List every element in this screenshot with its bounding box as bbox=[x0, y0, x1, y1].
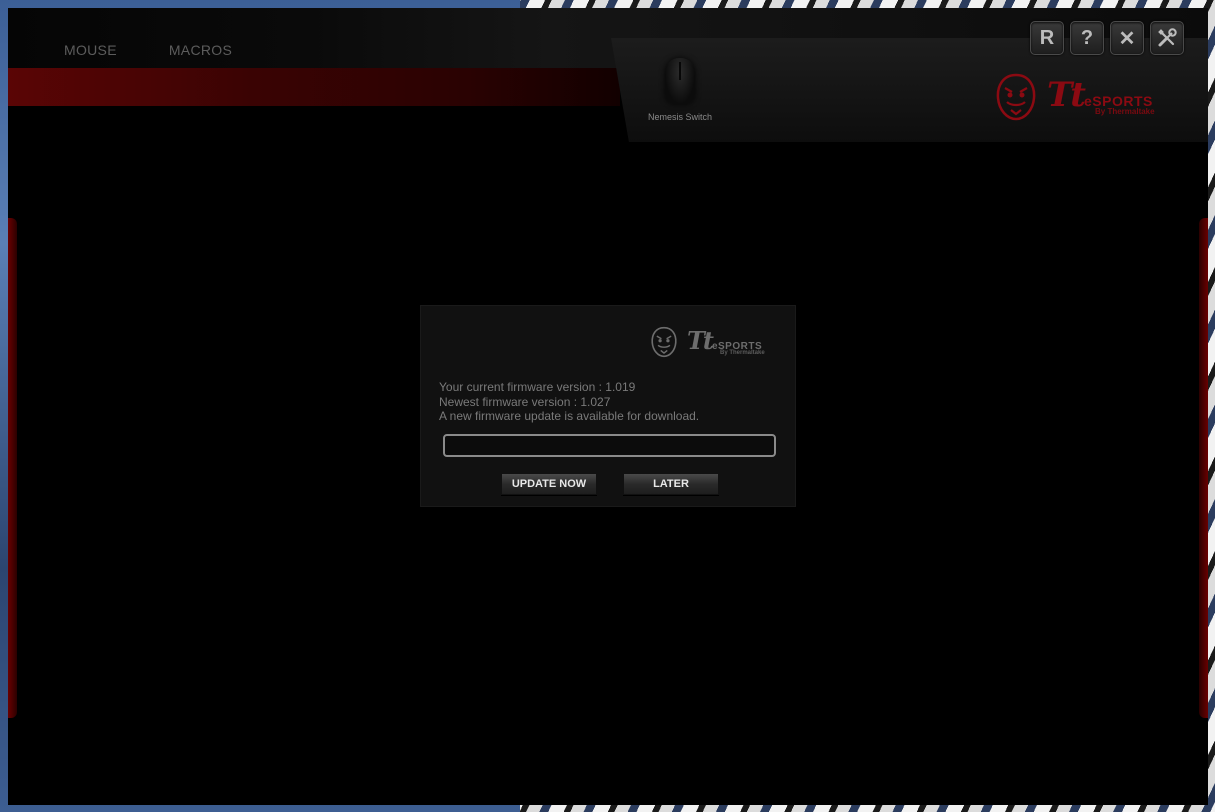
mouse-device-icon bbox=[665, 58, 695, 104]
firmware-update-dialog: TteSPORTS By Thermaltake Your current fi… bbox=[421, 306, 795, 506]
close-button[interactable]: ✕ bbox=[1110, 21, 1144, 55]
brand-logo: TteSPORTS By Thermaltake bbox=[993, 72, 1193, 122]
tiger-logo-icon bbox=[996, 73, 1036, 121]
device-label: Nemesis Switch bbox=[647, 112, 712, 122]
tab-macros[interactable]: MACROS bbox=[169, 42, 232, 58]
app-window: MOUSE MACROS Nemesis Switch R ? ✕ TteSPO… bbox=[8, 8, 1208, 805]
settings-button[interactable] bbox=[1150, 21, 1184, 55]
current-firmware-version: Your current firmware version : 1.019 bbox=[439, 380, 636, 394]
reset-button[interactable]: R bbox=[1030, 21, 1064, 55]
left-side-accent bbox=[8, 218, 17, 718]
main-nav: MOUSE MACROS bbox=[64, 42, 232, 58]
brand-tt: Tt bbox=[1047, 75, 1086, 115]
red-header-stripe bbox=[8, 68, 620, 106]
update-now-button[interactable]: UPDATE NOW bbox=[501, 473, 597, 495]
close-icon: ✕ bbox=[1118, 27, 1136, 50]
dialog-brand-sub: By Thermaltake bbox=[720, 349, 765, 356]
right-side-accent bbox=[1199, 218, 1208, 718]
wrench-screwdriver-icon bbox=[1158, 28, 1177, 47]
newest-firmware-version: Newest firmware version : 1.027 bbox=[439, 394, 611, 409]
dialog-brand-wordmark: TteSPORTS By Thermaltake bbox=[687, 325, 765, 356]
device-selector[interactable]: Nemesis Switch bbox=[638, 58, 722, 128]
window-controls: R ? ✕ bbox=[1030, 21, 1184, 55]
help-button[interactable]: ? bbox=[1070, 21, 1104, 55]
update-availability-text: A new firmware update is available for d… bbox=[439, 409, 700, 423]
later-button[interactable]: LATER bbox=[623, 473, 719, 495]
dialog-brand-logo: TteSPORTS By Thermaltake bbox=[649, 324, 779, 360]
tab-mouse[interactable]: MOUSE bbox=[64, 42, 117, 58]
update-progress-bar bbox=[443, 434, 776, 457]
help-icon: ? bbox=[1080, 26, 1094, 49]
tiger-logo-icon bbox=[651, 326, 677, 358]
dialog-brand-tt: Tt bbox=[687, 325, 714, 355]
brand-sub: By Thermaltake bbox=[1095, 107, 1155, 116]
reset-icon: R bbox=[1039, 26, 1055, 49]
firmware-info: Your current firmware version : 1.019 Ne… bbox=[439, 380, 699, 424]
brand-wordmark: TteSPORTS By Thermaltake bbox=[1047, 78, 1155, 116]
